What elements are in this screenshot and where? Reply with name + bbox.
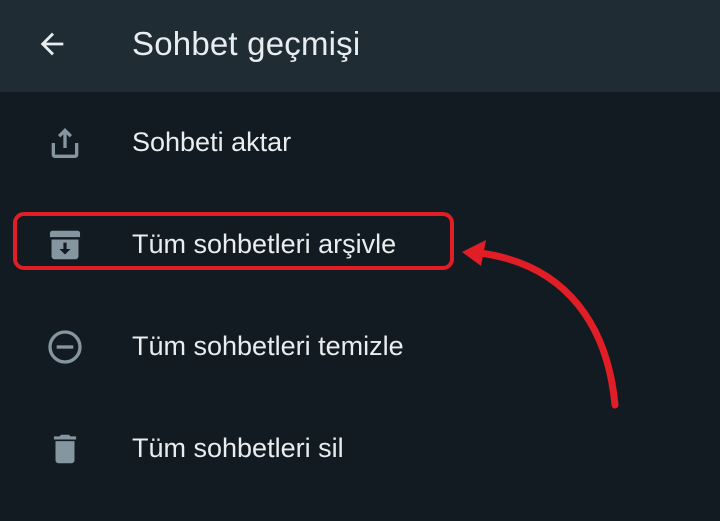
menu-item-label: Sohbeti aktar: [132, 127, 292, 157]
menu-item-label: Tüm sohbetleri arşivle: [132, 229, 397, 259]
share-upload-icon: [42, 120, 88, 166]
trash-icon: [42, 426, 88, 472]
chat-history-screen: Sohbet geçmişi Sohbeti aktar Tüm sohbetl…: [0, 0, 720, 521]
arrow-left-icon: [40, 32, 64, 56]
page-title: Sohbet geçmişi: [132, 25, 361, 62]
menu-item-label: Tüm sohbetleri temizle: [132, 331, 404, 361]
minus-circle-icon: [42, 324, 88, 370]
back-button[interactable]: [30, 22, 74, 66]
archive-icon: [42, 222, 88, 268]
menu-item-delete-all[interactable]: Tüm sohbetleri sil: [0, 400, 720, 496]
app-bar: Sohbet geçmişi: [0, 0, 720, 92]
menu-item-archive-all[interactable]: Tüm sohbetleri arşivle: [0, 196, 720, 292]
menu-item-export-chat[interactable]: Sohbeti aktar: [0, 94, 720, 190]
menu-item-label: Tüm sohbetleri sil: [132, 433, 344, 463]
menu-item-clear-all[interactable]: Tüm sohbetleri temizle: [0, 298, 720, 394]
